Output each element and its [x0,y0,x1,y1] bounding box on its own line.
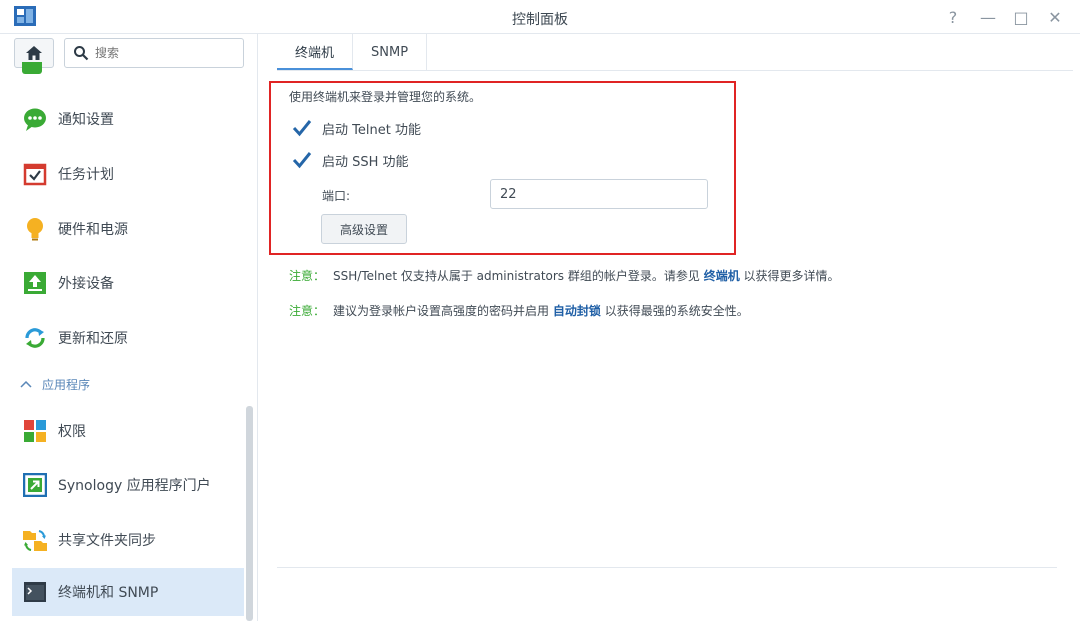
sidebar-item-external-devices[interactable]: 外接设备 [12,259,244,307]
tab-terminal[interactable]: 终端机 [277,34,354,70]
window-title: 控制面板 [512,12,568,28]
section-applications[interactable]: 应用程序 [20,374,90,394]
terminal-description: 使用终端机来登录并管理您的系统。 [289,90,482,104]
chat-bubble-icon [22,106,48,132]
note-suffix: 以获得最强的系统安全性。 [604,304,749,318]
sidebar-item-label: 权限 [58,424,86,440]
sidebar-item-label: 硬件和电源 [58,222,128,238]
refresh-icon [22,325,48,351]
sidebar-item-label: 任务计划 [58,167,114,183]
terminal-icon [22,579,48,605]
ssh-checkbox-row[interactable]: 启动 SSH 功能 [292,149,409,171]
note-text: SSH/Telnet 仅支持从属于 administrators 群组的帐户登录… [333,269,700,283]
port-input[interactable] [490,179,708,209]
maximize-button[interactable]: □ [1009,5,1033,29]
note-prefix: 注意： [289,304,326,318]
sidebar-item-label: Synology 应用程序门户 [58,478,211,494]
telnet-label: 启动 Telnet 功能 [322,122,421,138]
search-icon [74,46,89,61]
title-bar: 控制面板 ? — □ ✕ [0,0,1080,34]
sidebar-item-terminal-snmp[interactable]: 终端机和 SNMP [12,568,244,616]
section-label: 应用程序 [42,377,91,392]
sidebar-item-app-portal[interactable]: Synology 应用程序门户 [12,461,244,509]
main-panel: 终端机 SNMP 使用终端机来登录并管理您的系统。 启动 Telnet 功能 启… [259,34,1080,621]
help-icon[interactable]: ? [941,5,965,29]
bottom-divider [277,567,1057,568]
port-label: 端口: [322,189,351,203]
sidebar-item-shared-folder-sync[interactable]: 共享文件夹同步 [12,516,244,564]
sidebar-item-label: 通知设置 [58,112,114,128]
terminal-help-link[interactable]: 终端机 [704,269,740,283]
search-input[interactable] [95,44,235,62]
note-ssh-admin: 注意： SSH/Telnet 仅支持从属于 administrators 群组的帐… [289,267,840,284]
checkmark-icon [292,152,312,169]
home-icon [26,46,42,60]
ssh-checkbox[interactable] [292,150,312,170]
sidebar-item-label: 更新和还原 [58,331,128,347]
sidebar-item-update-restore[interactable]: 更新和还原 [12,314,244,362]
ssh-label: 启动 SSH 功能 [322,154,409,170]
advanced-settings-button[interactable]: 高级设置 [321,214,407,244]
search-box[interactable] [64,38,244,68]
sidebar-item-privileges[interactable]: 权限 [12,407,244,455]
upload-icon [22,270,48,296]
sidebar-item-notifications[interactable]: 通知设置 [12,95,244,143]
sidebar-item-label: 共享文件夹同步 [58,533,156,549]
calendar-icon [22,161,48,187]
sidebar: 通知设置 任务计划 硬件和电源 [0,34,258,621]
tab-divider [277,70,1073,71]
sidebar-item-label: 外接设备 [58,276,114,292]
checkmark-icon [292,120,312,137]
portal-arrow-icon [22,472,48,498]
telnet-checkbox[interactable] [292,118,312,138]
sidebar-item-task-scheduler[interactable]: 任务计划 [12,150,244,198]
note-text: 建议为登录帐户设置高强度的密码并启用 [333,304,550,318]
tab-snmp[interactable]: SNMP [353,34,428,70]
chevron-up-icon [20,380,32,388]
partial-icon [22,62,42,74]
note-security: 注意： 建议为登录帐户设置高强度的密码并启用 自动封锁 以获得最强的系统安全性。 [289,302,749,319]
sidebar-item-hardware-power[interactable]: 硬件和电源 [12,205,244,253]
note-suffix: 以获得更多详情。 [743,269,840,283]
close-button[interactable]: ✕ [1043,5,1067,29]
folder-sync-icon [22,527,48,553]
lightbulb-icon [22,216,48,242]
sidebar-scrollbar[interactable] [246,406,253,621]
sidebar-item-label: 终端机和 SNMP [58,585,159,601]
note-prefix: 注意： [289,269,326,283]
telnet-checkbox-row[interactable]: 启动 Telnet 功能 [292,117,421,139]
minimize-button[interactable]: — [976,5,1000,29]
tab-bar: 终端机 SNMP [277,34,428,70]
auto-block-link[interactable]: 自动封锁 [553,304,601,318]
grid-icon [22,418,48,444]
